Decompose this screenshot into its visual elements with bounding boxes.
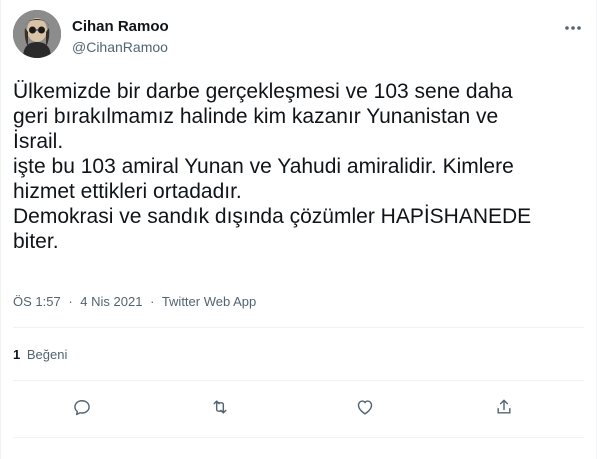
more-dots-icon	[565, 26, 581, 30]
tweet-line: Ülkemizde bir darbe gerçekleşmesi ve 103…	[13, 80, 513, 103]
avatar[interactable]	[13, 10, 61, 58]
retweet-icon	[213, 400, 227, 414]
divider	[13, 437, 584, 438]
meta-separator: ·	[68, 294, 73, 309]
more-options-button[interactable]	[562, 18, 584, 38]
tweet-line: işte bu 103 amiral Yunan ve Yahudi amira…	[13, 155, 514, 178]
retweet-button[interactable]	[205, 392, 235, 422]
divider	[13, 327, 584, 328]
like-icon	[357, 400, 373, 415]
user-avatar-icon	[13, 10, 61, 58]
reply-button[interactable]	[67, 392, 97, 422]
likes-label: Beğeni	[26, 347, 68, 362]
meta-separator: ·	[150, 294, 155, 309]
tweet-source[interactable]: Twitter Web App	[162, 294, 256, 309]
tweet-meta: ÖS 1:57 · 4 Nis 2021 · Twitter Web App	[13, 294, 256, 309]
tweet-line: Demokrasi ve sandık dışında çözümler HAP…	[13, 205, 532, 228]
tweet-line: hizmet ettikleri ortadadır.	[13, 180, 242, 203]
tweet-text: Ülkemizde bir darbe gerçekleşmesi ve 103…	[13, 79, 583, 254]
likes-stat[interactable]: 1 Beğeni	[13, 347, 67, 362]
tweet-header: Cihan Ramoo @CihanRamoo	[13, 10, 584, 60]
tweet-date[interactable]: 4 Nis 2021	[80, 294, 142, 309]
reply-icon	[74, 400, 90, 416]
tweet-card: Cihan Ramoo @CihanRamoo Ülkemizde bir da…	[0, 0, 597, 459]
tweet-line: biter.	[13, 230, 59, 253]
share-icon	[497, 399, 511, 414]
likes-count: 1	[13, 347, 21, 362]
user-handle[interactable]: @CihanRamoo	[72, 38, 169, 56]
tweet-line: İsrail.	[13, 130, 64, 153]
tweet-actions	[1, 392, 596, 422]
divider	[13, 380, 584, 381]
tweet-line: geri bırakılmamız halinde kim kazanır Yu…	[13, 105, 499, 128]
share-button[interactable]	[489, 392, 519, 422]
like-button[interactable]	[350, 392, 380, 422]
display-name[interactable]: Cihan Ramoo	[72, 18, 169, 36]
tweet-time[interactable]: ÖS 1:57	[13, 294, 61, 309]
user-name-block: Cihan Ramoo @CihanRamoo	[72, 18, 169, 56]
